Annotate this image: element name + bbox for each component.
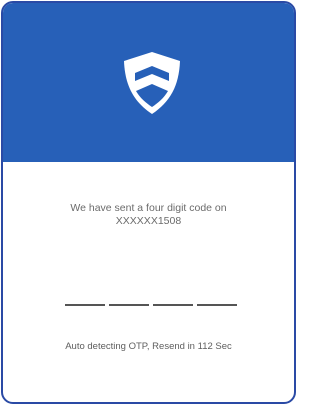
resend-status: Auto detecting OTP, Resend in 112 Sec	[3, 341, 294, 352]
otp-digit-3[interactable]	[153, 304, 193, 306]
resend-countdown: 112	[197, 341, 213, 352]
otp-digit-2[interactable]	[109, 304, 149, 306]
auto-detect-text: Auto detecting OTP, Resend in	[65, 341, 195, 352]
countdown-unit: Sec	[215, 341, 232, 352]
otp-digit-1[interactable]	[65, 304, 105, 306]
shield-icon	[124, 52, 180, 114]
otp-card: We have sent a four digit code on XXXXXX…	[1, 1, 296, 404]
masked-phone-number: XXXXXX1508	[115, 215, 182, 227]
message-line-1: We have sent a four digit code on	[70, 202, 227, 214]
header-banner	[3, 3, 294, 162]
otp-sent-message: We have sent a four digit code on XXXXXX…	[3, 202, 294, 228]
otp-input-group	[65, 304, 241, 306]
otp-digit-4[interactable]	[197, 304, 237, 306]
